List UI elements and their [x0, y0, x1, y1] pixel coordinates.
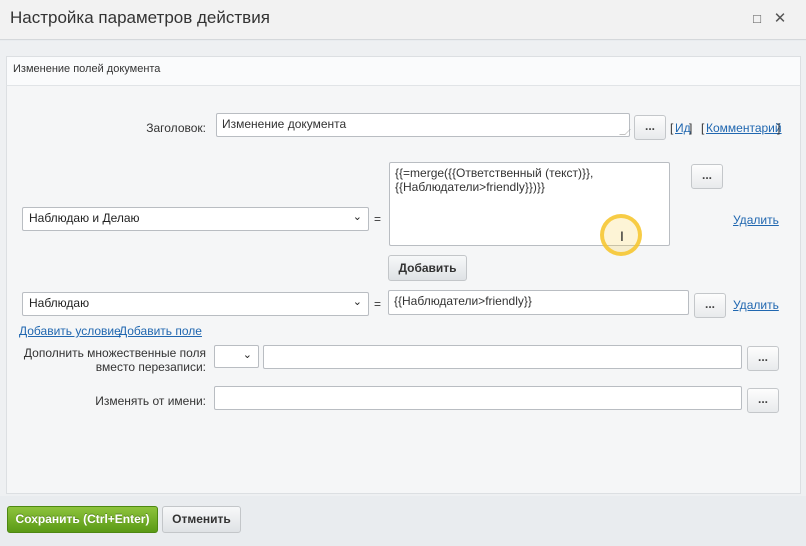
save-button[interactable]: Сохранить (Ctrl+Enter)	[7, 506, 158, 533]
bracket-close-2: ]	[777, 121, 781, 135]
title-label: Заголовок:	[146, 121, 206, 135]
multi-fields-label: Дополнить множественные поля вместо пере…	[23, 346, 206, 374]
add-condition-link[interactable]: Добавить условие	[19, 324, 121, 338]
multi-fields-select[interactable]: ⌄	[214, 345, 259, 368]
text-cursor-icon: I	[620, 228, 624, 244]
cancel-button[interactable]: Отменить	[162, 506, 241, 533]
field-value-insert-button-1[interactable]: ...	[691, 164, 723, 189]
dialog-titlebar: Настройка параметров действия □ ✕	[0, 0, 806, 40]
field-select-1-value: Наблюдаю и Делаю	[29, 211, 140, 225]
multi-fields-insert-button[interactable]: ...	[747, 346, 779, 371]
chevron-down-icon: ⌄	[352, 296, 362, 308]
add-field-link[interactable]: Добавить поле	[119, 324, 202, 338]
chevron-down-icon: ⌄	[242, 349, 252, 361]
field-select-1[interactable]: Наблюдаю и Делаю ⌄	[22, 207, 369, 231]
bracket-open: [	[670, 121, 674, 135]
field-value-insert-button-2[interactable]: ...	[694, 293, 726, 318]
field-select-2-value: Наблюдаю	[29, 296, 90, 310]
add-button[interactable]: Добавить	[388, 255, 467, 281]
section-header: Изменение полей документа	[6, 56, 801, 86]
dialog-title: Настройка параметров действия	[10, 8, 270, 27]
bracket-open-2: [	[701, 121, 705, 135]
title-input[interactable]: Изменение документа	[216, 113, 631, 137]
maximize-icon[interactable]: □	[749, 11, 765, 27]
multi-fields-input[interactable]	[263, 345, 742, 369]
equals-sign-2: =	[374, 297, 382, 311]
delete-link-2[interactable]: Удалить	[733, 298, 779, 312]
section-title: Изменение полей документа	[13, 63, 161, 75]
field-select-2[interactable]: Наблюдаю ⌄	[22, 292, 369, 316]
field-value-input-2[interactable]: {{Наблюдатели>friendly}}	[388, 290, 689, 315]
bracket-close: ]	[689, 121, 693, 135]
comment-link[interactable]: Комментарий	[706, 121, 782, 135]
author-insert-button[interactable]: ...	[747, 388, 779, 413]
close-icon[interactable]: ✕	[772, 11, 788, 27]
equals-sign-1: =	[374, 212, 382, 226]
author-label: Изменять от имени:	[95, 394, 206, 408]
author-input[interactable]	[214, 386, 742, 410]
delete-link-1[interactable]: Удалить	[733, 213, 779, 227]
chevron-down-icon: ⌄	[352, 211, 362, 223]
title-insert-button[interactable]: ...	[634, 115, 666, 140]
